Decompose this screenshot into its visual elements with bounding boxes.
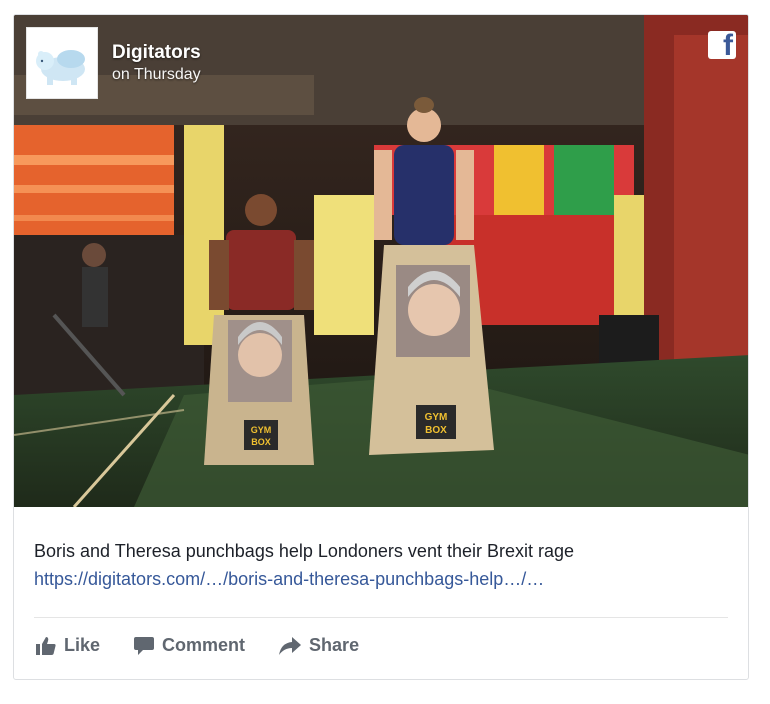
- post-caption: Boris and Theresa punchbags help Londone…: [34, 537, 734, 593]
- post-time[interactable]: on Thursday: [112, 65, 201, 85]
- bag-label-gym-right: GYM: [425, 412, 448, 423]
- comment-icon: [134, 636, 155, 655]
- post-card: GYM BOX GYM BOX Digitators on Thursday f…: [13, 14, 749, 680]
- post-photo[interactable]: GYM BOX GYM BOX Digitators on Thursday f: [14, 15, 748, 507]
- share-arrow-icon: [279, 636, 302, 655]
- bag-label-box-right: BOX: [425, 425, 447, 436]
- bag-label-box-left: BOX: [251, 437, 271, 447]
- polar-bear-logo-icon: [36, 50, 85, 85]
- facebook-icon[interactable]: f: [708, 31, 736, 59]
- post-header: Digitators on Thursday: [26, 27, 201, 99]
- page-avatar[interactable]: [26, 27, 98, 99]
- like-button[interactable]: Like: [36, 635, 100, 656]
- share-button[interactable]: Share: [279, 635, 359, 656]
- post-headline: Boris and Theresa punchbags help Londone…: [34, 541, 575, 561]
- comment-button[interactable]: Comment: [134, 635, 245, 656]
- divider: [34, 617, 728, 618]
- share-label: Share: [309, 635, 360, 655]
- thumbs-up-icon: [36, 636, 56, 655]
- comment-label: Comment: [162, 635, 246, 655]
- page-name[interactable]: Digitators: [112, 41, 201, 65]
- bag-label-gym-left: GYM: [251, 425, 272, 435]
- post-actions: Like Comment Share: [36, 635, 393, 656]
- like-label: Like: [64, 635, 101, 655]
- post-link[interactable]: https://digitators.com/…/boris-and-there…: [34, 565, 734, 593]
